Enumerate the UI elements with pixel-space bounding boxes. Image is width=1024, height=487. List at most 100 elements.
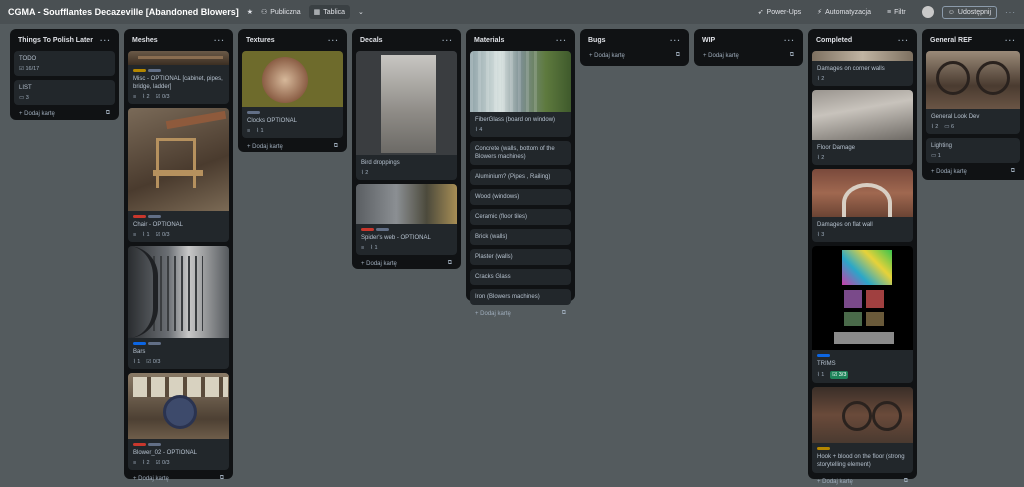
add-card-button[interactable]: + Dodaj kartę ⧉: [14, 105, 115, 118]
attachments-badge: ⌇ 2: [931, 124, 938, 130]
template-icon[interactable]: ⧉: [448, 260, 452, 267]
card-aluminium[interactable]: Aluminium? (Pipes , Railing): [470, 169, 571, 185]
powerups-label: Power-Ups: [766, 8, 802, 16]
add-card-label: Dodaj kartę: [708, 52, 739, 59]
attachments-count: 2: [365, 170, 369, 176]
star-icon[interactable]: ★: [247, 8, 253, 16]
card-floor-damage[interactable]: Floor Damage ⌇ 2: [812, 90, 913, 165]
list-menu-icon[interactable]: ···: [442, 36, 453, 45]
list-menu-icon[interactable]: ···: [214, 36, 225, 45]
card-title: Damages on flat wall: [817, 222, 873, 228]
card-ceramic[interactable]: Ceramic (floor tiles): [470, 209, 571, 225]
attachments-badge: ⌇ 2: [142, 94, 149, 100]
checklist-icon: ☑: [155, 232, 161, 238]
list-menu-icon[interactable]: ···: [898, 36, 909, 45]
card-wood[interactable]: Wood (windows): [470, 189, 571, 205]
card-plaster[interactable]: Plaster (walls): [470, 249, 571, 265]
list-title[interactable]: Textures: [246, 37, 275, 44]
card-trims[interactable]: TRIMS ⌇ 1 ☑ 3/3: [812, 246, 913, 383]
automation-label: Automatyzacja: [825, 8, 871, 16]
list-menu-icon[interactable]: ···: [1005, 36, 1016, 45]
card-iron[interactable]: Iron (Blowers machines): [470, 289, 571, 305]
card-fiberglass[interactable]: FiberGlass (board on window) ⌇ 4: [470, 51, 571, 137]
comment-icon: ▭: [944, 124, 950, 130]
list-title[interactable]: General REF: [930, 37, 972, 44]
list-menu-icon[interactable]: ···: [100, 36, 111, 45]
card-misc[interactable]: Misc - OPTIONAL [cabinet, pipes, bridge,…: [128, 51, 229, 104]
list-title[interactable]: WIP: [702, 37, 715, 44]
card-brick[interactable]: Brick (walls): [470, 229, 571, 245]
visibility-button[interactable]: ⚇ Publiczna: [261, 8, 301, 17]
card-spiders-web[interactable]: Spider's web - OPTIONAL ≡ ⌇ 1: [356, 184, 457, 255]
list-menu-icon[interactable]: ···: [556, 36, 567, 45]
comment-icon: ▭: [931, 153, 937, 159]
checklist-count: 3/3: [838, 372, 847, 378]
board-title[interactable]: CGMA - Soufflantes Decazeville [Abandone…: [8, 7, 239, 17]
add-card-button[interactable]: + Dodaj kartę ⧉: [698, 47, 799, 60]
card-bars[interactable]: Bars ⌇ 1 ☑ 0/3: [128, 246, 229, 369]
card-cover-image: [812, 387, 913, 443]
card-title: Aluminium? (Pipes , Railing): [475, 174, 551, 180]
attachments-count: 1: [260, 128, 264, 134]
card-blower[interactable]: Blower_02 - OPTIONAL ≡ ⌇ 2 ☑ 0/3: [128, 373, 229, 470]
add-card-button[interactable]: + Dodaj kartę ⧉: [242, 138, 343, 151]
list-menu-icon[interactable]: ···: [328, 36, 339, 45]
powerups-button[interactable]: ➶ Power-Ups: [758, 8, 802, 17]
card-general-look-dev[interactable]: General Look Dev ⌇ 2 ▭ 6: [926, 51, 1020, 134]
card-cracks-glass[interactable]: Cracks Glass: [470, 269, 571, 285]
checklist-complete-badge: ☑ 3/3: [830, 371, 849, 379]
card-damages-corner[interactable]: Damages on corner walls ⌇ 2: [812, 51, 913, 86]
attachments-count: 2: [935, 124, 939, 130]
card-bird-droppings[interactable]: Bird droppings ⌇ 2: [356, 51, 457, 180]
card-damages-flat-wall[interactable]: Damages on flat wall ⌇ 3: [812, 169, 913, 242]
list-menu-icon[interactable]: ···: [784, 36, 795, 45]
template-icon[interactable]: ⧉: [904, 478, 908, 485]
card-chair[interactable]: Chair - OPTIONAL ≡ ⌇ 1 ☑ 0/3: [128, 108, 229, 242]
list-title[interactable]: Things To Polish Later: [18, 37, 93, 44]
automation-button[interactable]: ⚡ Automatyzacja: [817, 8, 871, 17]
add-card-button[interactable]: + Dodaj kartę ⧉: [584, 47, 685, 60]
template-icon[interactable]: ⧉: [1011, 168, 1015, 175]
card-clocks[interactable]: Clocks OPTIONAL ≡ ⌇ 1: [242, 51, 343, 138]
attachments-badge: ⌇ 2: [142, 460, 149, 466]
board-menu-icon[interactable]: ···: [1005, 8, 1016, 17]
card-lighting[interactable]: Lighting ▭ 1: [926, 138, 1020, 163]
add-card-button[interactable]: + Dodaj kartę ⧉: [926, 163, 1020, 176]
add-card-button[interactable]: + Dodaj kartę ⧉: [812, 473, 913, 486]
avatar[interactable]: [921, 6, 934, 18]
filter-button[interactable]: ≡ Filtr: [887, 9, 906, 16]
card-todo[interactable]: TODO ☑ 16/17: [14, 51, 115, 76]
view-board-button[interactable]: ▦ Tablica: [308, 5, 351, 19]
attachments-badge: ⌇ 1: [817, 372, 824, 378]
card-hook-blood[interactable]: Hook + blood on the floor (strong storyt…: [812, 387, 913, 473]
list-title[interactable]: Completed: [816, 37, 852, 44]
list-title[interactable]: Meshes: [132, 37, 158, 44]
card-list[interactable]: LIST ▭ 3: [14, 80, 115, 105]
template-icon[interactable]: ⧉: [334, 143, 338, 150]
add-card-button[interactable]: + Dodaj kartę ⧉: [356, 255, 457, 268]
template-icon[interactable]: ⧉: [220, 475, 224, 482]
label-yellow: [817, 447, 830, 450]
template-icon[interactable]: ⧉: [562, 310, 566, 317]
attachments-count: 2: [146, 460, 150, 466]
card-cover-image: [812, 169, 913, 217]
share-button[interactable]: ☺ Udostępnij: [941, 5, 997, 19]
add-card-button[interactable]: + Dodaj kartę ⧉: [470, 305, 571, 318]
add-card-button[interactable]: + Dodaj kartę ⧉: [128, 470, 229, 483]
attachments-count: 4: [479, 127, 483, 133]
template-icon[interactable]: ⧉: [790, 52, 794, 59]
template-icon[interactable]: ⧉: [676, 52, 680, 59]
list-title[interactable]: Decals: [360, 37, 383, 44]
paperclip-icon: ⌇: [142, 94, 145, 100]
list-title[interactable]: Materials: [474, 37, 504, 44]
list-menu-icon[interactable]: ···: [670, 36, 681, 45]
chevron-down-icon[interactable]: ⌄: [358, 8, 364, 16]
template-icon[interactable]: ⧉: [106, 110, 110, 117]
list-title[interactable]: Bugs: [588, 37, 606, 44]
paperclip-icon: ⌇: [817, 155, 820, 161]
list-decals: Decals ··· Bird droppings ⌇ 2 Spider's we…: [352, 29, 461, 269]
attachments-badge: ⌇ 1: [256, 128, 263, 134]
card-concrete[interactable]: Concrete (walls, bottom of the Blowers m…: [470, 141, 571, 165]
card-title: Blower_02 - OPTIONAL: [133, 450, 198, 456]
comments-count: 6: [951, 124, 955, 130]
